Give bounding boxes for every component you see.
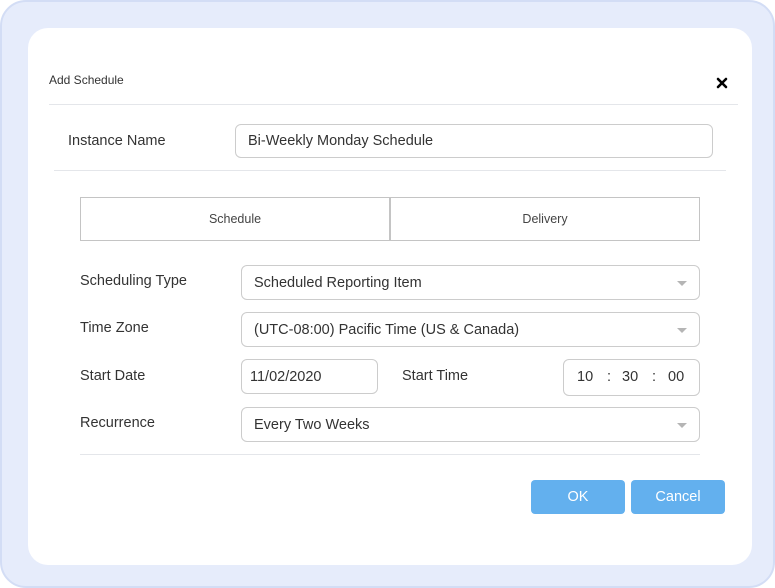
- dialog-title: Add Schedule: [49, 73, 124, 87]
- add-schedule-dialog: Add Schedule Instance Name Schedule Deli…: [28, 28, 752, 565]
- cancel-button[interactable]: Cancel: [631, 480, 725, 514]
- start-time-picker: 10 : 30 : 00: [563, 359, 700, 396]
- start-time-hour[interactable]: 10: [577, 369, 593, 385]
- start-time-second[interactable]: 00: [668, 369, 684, 385]
- recurrence-value: Every Two Weeks: [254, 416, 370, 433]
- scheduling-type-select[interactable]: Scheduled Reporting Item: [241, 265, 700, 300]
- time-separator: :: [652, 369, 657, 385]
- chevron-down-icon: [677, 280, 687, 286]
- start-time-label: Start Time: [402, 368, 469, 384]
- header-divider: [49, 104, 738, 105]
- scheduling-type-value: Scheduled Reporting Item: [254, 274, 422, 291]
- start-date-label: Start Date: [80, 368, 146, 384]
- tab-schedule[interactable]: Schedule: [81, 198, 389, 240]
- recurrence-select[interactable]: Every Two Weeks: [241, 407, 700, 442]
- ok-button[interactable]: OK: [531, 480, 625, 514]
- chevron-down-icon: [677, 327, 687, 333]
- chevron-down-icon: [677, 422, 687, 428]
- modal-backdrop-frame: Add Schedule Instance Name Schedule Deli…: [0, 0, 775, 588]
- instance-divider: [54, 170, 726, 171]
- start-time-minute[interactable]: 30: [622, 369, 638, 385]
- tab-delivery[interactable]: Delivery: [389, 198, 699, 240]
- close-icon[interactable]: [712, 73, 732, 93]
- time-zone-value: (UTC-08:00) Pacific Time (US & Canada): [254, 321, 520, 338]
- time-zone-select[interactable]: (UTC-08:00) Pacific Time (US & Canada): [241, 312, 700, 347]
- form-divider: [80, 454, 700, 455]
- instance-name-label: Instance Name: [68, 133, 166, 149]
- scheduling-type-label: Scheduling Type: [80, 273, 187, 289]
- time-separator: :: [607, 369, 612, 385]
- time-zone-label: Time Zone: [80, 320, 149, 336]
- instance-name-input[interactable]: [235, 124, 713, 158]
- start-date-input[interactable]: [241, 359, 378, 394]
- close-icon-glyph: [716, 77, 728, 89]
- recurrence-label: Recurrence: [80, 415, 155, 431]
- schedule-tabs: Schedule Delivery: [80, 197, 700, 241]
